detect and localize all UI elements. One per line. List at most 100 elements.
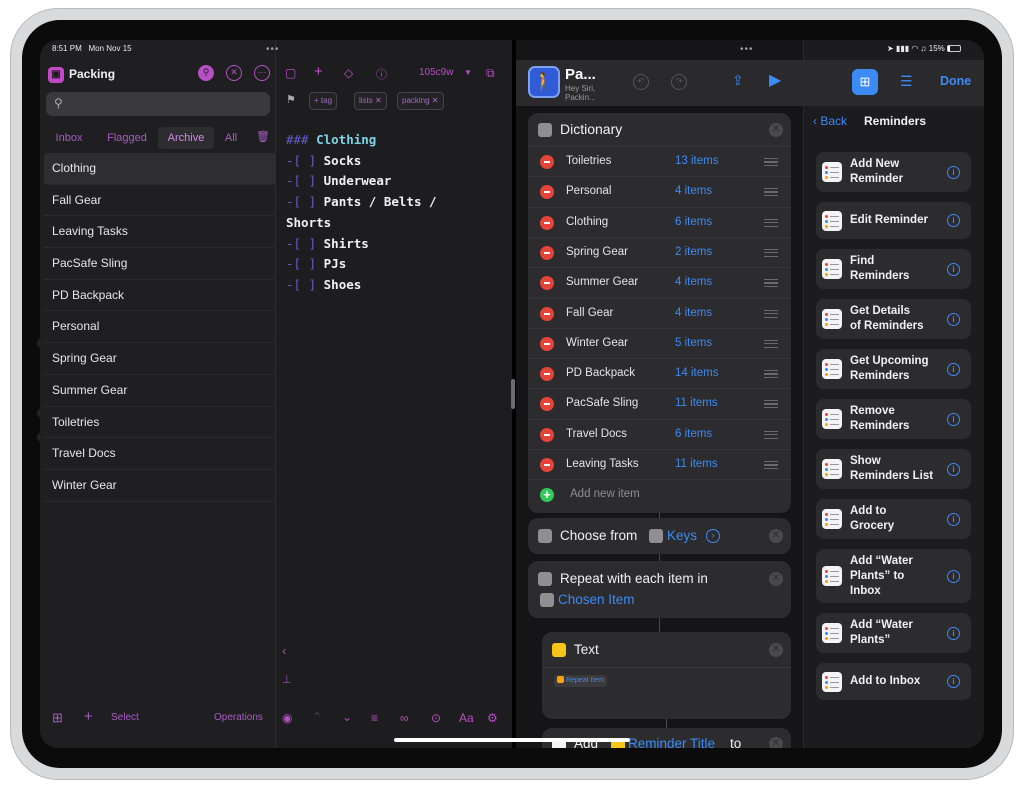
close-icon[interactable]: ✕ xyxy=(769,572,783,586)
reminder-action-item[interactable]: Add to Grocery i xyxy=(816,499,971,539)
briefcase-icon[interactable]: ▣ xyxy=(48,67,64,83)
dictionary-value[interactable]: 2 items xyxy=(675,246,712,258)
remove-icon[interactable] xyxy=(540,458,554,472)
new-draft-icon[interactable]: ▢ xyxy=(285,66,296,80)
add-action-icon[interactable]: ⊞ xyxy=(852,69,878,95)
tag-icon[interactable]: ◇ xyxy=(344,66,353,80)
checklist-line[interactable]: -[ ] Shirts xyxy=(286,234,506,255)
search-input[interactable]: ⚲ xyxy=(46,92,270,116)
list-item[interactable]: PacSafe Sling xyxy=(44,248,276,280)
settings-sliders-icon[interactable]: ☰ xyxy=(900,73,913,90)
repeat-item-token[interactable]: Repeat Item xyxy=(554,675,608,687)
info-icon[interactable]: i xyxy=(947,214,960,227)
list-item[interactable]: Leaving Tasks xyxy=(44,216,276,249)
info-icon[interactable]: i xyxy=(947,263,960,276)
hiker-icon[interactable]: 🚶 xyxy=(528,66,560,98)
dictionary-value[interactable]: 11 items xyxy=(675,397,718,409)
checklist-line[interactable]: -[ ] Pants / Belts / xyxy=(286,192,506,213)
reminder-action-item[interactable]: Add “Water Plants” i xyxy=(816,613,971,653)
gear-icon[interactable]: ⚙ xyxy=(487,711,498,725)
dictionary-value[interactable]: 4 items xyxy=(675,307,712,319)
pin-icon[interactable]: ⊥ xyxy=(282,673,292,686)
dictionary-value[interactable]: 6 items xyxy=(675,216,712,228)
info-icon[interactable]: i xyxy=(947,313,960,326)
operations-button[interactable]: Operations xyxy=(214,712,263,723)
drag-handle-icon[interactable] xyxy=(764,218,778,227)
find-icon[interactable]: ⊙ xyxy=(431,711,441,725)
remove-icon[interactable] xyxy=(540,306,554,321)
close-icon[interactable]: ✕ xyxy=(769,529,783,543)
add-icon[interactable]: + xyxy=(540,488,554,502)
multitask-dots[interactable]: ••• xyxy=(740,44,754,55)
drag-handle-icon[interactable] xyxy=(764,188,778,197)
checklist-line[interactable]: -[ ] Socks xyxy=(286,151,506,172)
drag-handle-icon[interactable] xyxy=(764,309,778,318)
dictionary-key[interactable]: PD Backpack xyxy=(566,367,635,379)
select-button[interactable]: Select xyxy=(111,712,139,723)
drag-handle-icon[interactable] xyxy=(764,248,778,257)
tab-archive[interactable]: Archive xyxy=(158,127,214,149)
chosen-item-token[interactable]: Chosen Item xyxy=(558,592,635,607)
dictionary-value[interactable]: 14 items xyxy=(675,367,718,379)
remove-icon[interactable] xyxy=(540,336,554,351)
reminder-action-item[interactable]: Get Details of Reminders i xyxy=(816,299,971,339)
drag-handle-icon[interactable] xyxy=(764,339,778,348)
share-icon[interactable]: ⇪ xyxy=(732,72,744,89)
dictionary-key[interactable]: Winter Gear xyxy=(566,337,628,349)
remove-icon[interactable] xyxy=(540,397,554,412)
close-icon[interactable]: ✕ xyxy=(769,123,783,137)
reminder-action-item[interactable]: Add to Inbox i xyxy=(816,663,971,700)
dictionary-value[interactable]: 4 items xyxy=(675,185,712,197)
back-button[interactable]: ‹ Back xyxy=(813,114,847,128)
drag-handle-icon[interactable] xyxy=(764,461,778,469)
info-icon[interactable]: i xyxy=(947,363,960,376)
font-icon[interactable]: Aa xyxy=(459,711,474,725)
drag-handle-icon[interactable] xyxy=(764,430,778,439)
home-indicator[interactable] xyxy=(394,738,630,742)
undo-icon[interactable]: ↶ xyxy=(633,74,649,90)
close-icon[interactable]: ✕ xyxy=(226,65,242,81)
info-icon[interactable]: i xyxy=(947,413,960,426)
reminder-action-item[interactable]: Get Upcoming Reminders i xyxy=(816,349,971,389)
redo-icon[interactable]: ↷ xyxy=(671,74,687,90)
remove-icon[interactable] xyxy=(540,245,554,260)
tag-packing[interactable]: packing ✕ xyxy=(397,92,444,110)
dictionary-value[interactable]: 6 items xyxy=(675,428,712,440)
list-item[interactable]: Clothing xyxy=(44,153,276,185)
chevron-left-icon[interactable]: ‹ xyxy=(282,643,286,658)
dictionary-value[interactable]: 13 items xyxy=(675,155,718,167)
remove-icon[interactable] xyxy=(540,155,554,169)
drag-handle-icon[interactable] xyxy=(764,158,778,166)
tab-flagged[interactable]: Flagged xyxy=(102,127,152,149)
list-item[interactable]: PD Backpack xyxy=(44,280,276,312)
add-new-item-row[interactable]: + Add new item xyxy=(528,479,791,509)
dictionary-key[interactable]: Spring Gear xyxy=(566,246,628,258)
reminder-action-item[interactable]: Add “Water Plants” to Inbox i xyxy=(816,549,971,603)
multitask-dots[interactable]: ••• xyxy=(266,44,280,55)
remove-icon[interactable] xyxy=(540,427,554,442)
search-filter-icon[interactable]: ⚲ xyxy=(198,65,214,81)
list-item[interactable]: Personal xyxy=(44,311,276,344)
info-icon[interactable]: i xyxy=(947,570,960,583)
list-item[interactable]: Summer Gear xyxy=(44,375,276,407)
grid-icon[interactable]: ⊞ xyxy=(52,710,63,726)
checklist-line[interactable]: -[ ] PJs xyxy=(286,254,506,275)
add-icon[interactable]: + xyxy=(314,63,323,80)
chevron-right-icon[interactable]: › xyxy=(706,529,720,543)
list-item[interactable]: Fall Gear xyxy=(44,185,276,217)
add-new-item-label[interactable]: Add new item xyxy=(570,488,640,500)
checklist-line[interactable]: -[ ] Underwear xyxy=(286,171,506,192)
list-item[interactable]: Travel Docs xyxy=(44,438,276,470)
dictionary-key[interactable]: Toiletries xyxy=(566,155,611,167)
dictionary-key[interactable]: PacSafe Sling xyxy=(566,397,638,409)
reminder-action-item[interactable]: Remove Reminders i xyxy=(816,399,971,439)
chevron-down-icon[interactable]: ⌄ xyxy=(342,710,352,724)
dictionary-value[interactable]: 11 items xyxy=(675,458,718,470)
expand-icon[interactable]: ⧉ xyxy=(486,66,495,81)
add-tag-button[interactable]: + tag xyxy=(309,92,338,110)
list-item[interactable]: Toiletries xyxy=(44,407,276,439)
editor-text[interactable]: ### Clothing -[ ] Socks -[ ] Underwear -[ … xyxy=(286,130,506,296)
info-icon[interactable]: ⓘ xyxy=(376,66,387,82)
tab-all[interactable]: All xyxy=(222,127,240,149)
list-format-icon[interactable]: ≡ xyxy=(371,711,378,725)
